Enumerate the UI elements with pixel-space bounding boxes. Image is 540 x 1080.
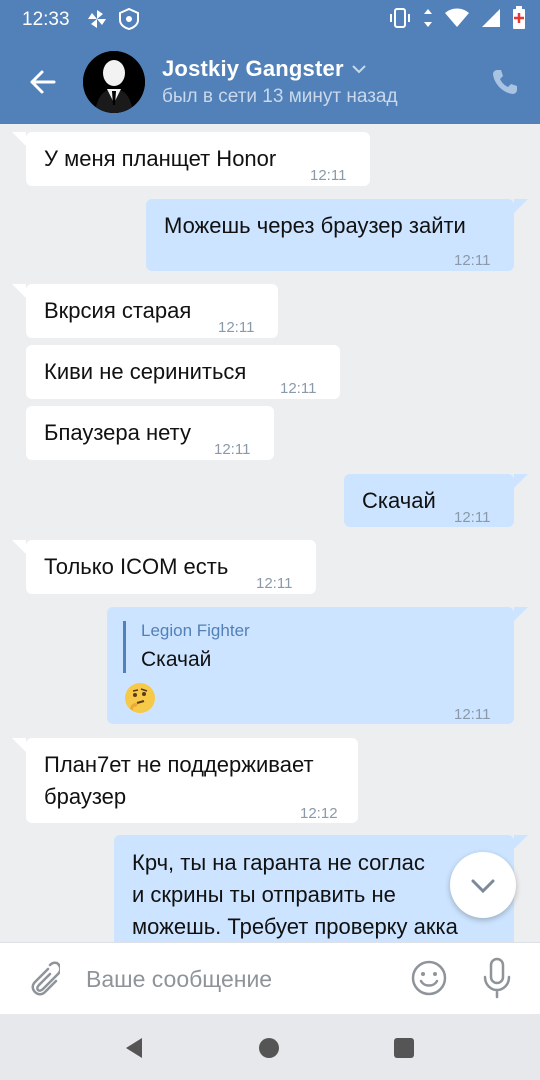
message-incoming[interactable]: Только ICOM есть 12:11 [26,540,316,594]
message-time: 12:11 [218,319,255,336]
message-text: У меня планщет Honor [44,146,277,171]
message-time: 12:11 [214,441,251,458]
last-seen-status: был в сети 13 минут назад [162,86,398,107]
battery-icon [512,5,526,35]
microphone-icon[interactable] [480,957,514,999]
message-incoming[interactable]: Киви не сериниться 12:11 [26,345,340,399]
reply-author[interactable]: Legion Fighter [141,621,250,641]
pinwheel-icon [86,8,108,30]
message-text-line: браузер [44,784,127,809]
message-text: Только ICOM есть [44,554,229,579]
bubble-tail [12,738,26,752]
message-text-line: План7ет не поддерживает [44,752,314,777]
scroll-to-bottom-button[interactable] [450,852,516,918]
vk-notification-icon [118,7,140,31]
message-incoming[interactable]: У меня планщет Honor 12:11 [26,132,370,186]
message-text-line: можешь. Требует проверку акка [132,914,458,939]
bubble-tail [12,284,26,298]
bubble-tail [12,132,26,146]
message-incoming[interactable]: План7ет не поддерживает браузер 12:12 [26,738,358,823]
message-text: Бпаузера нету [44,420,191,445]
nav-recents-icon[interactable] [394,1038,414,1058]
message-text: Киви не сериниться [44,359,247,384]
status-icons [388,5,526,35]
signal-icon [480,7,502,34]
chat-header: Jostkiy Gangster был в сети 13 минут наз… [0,40,540,124]
phone-icon[interactable] [490,67,520,97]
message-list[interactable]: У меня планщет Honor 12:11 Можешь через … [0,124,540,942]
back-arrow-icon[interactable] [22,62,62,102]
chevron-down-icon [471,879,495,894]
bubble-tail [12,540,26,554]
message-time: 12:11 [454,252,491,269]
bubble-tail [514,474,528,488]
wifi-icon [444,7,470,34]
data-arrows-icon [422,7,434,34]
chat-name[interactable]: Jostkiy Gangster [162,56,344,82]
vibrate-icon [388,7,412,34]
message-incoming[interactable]: Вкрсия старая 12:11 [26,284,278,338]
message-text-line: Крч, ты на гаранта не соглас [132,850,425,875]
message-outgoing[interactable]: Можешь через браузер зайти 12:11 [146,199,514,271]
chevron-down-icon[interactable] [350,60,368,78]
attach-icon[interactable] [24,959,62,999]
message-text: Вкрсия старая [44,298,192,323]
nav-home-icon[interactable] [259,1038,279,1058]
status-bar: 12:33 [0,0,540,40]
message-text: Можешь через браузер зайти [164,213,466,238]
nav-back-icon[interactable] [122,1036,146,1060]
reply-text: Скачай [141,648,212,671]
reply-quote-bar [123,621,126,673]
message-time: 12:11 [310,167,347,184]
message-text: Скачай [362,488,436,513]
thinking-face-emoji [125,683,155,713]
message-composer [0,942,540,1014]
emoji-icon[interactable] [410,959,448,997]
message-time: 12:12 [300,805,338,822]
bubble-tail [514,835,528,849]
top-bar: 12:33 Jostkiy Gangster был в сети 13 мин… [0,0,540,124]
message-time: 12:11 [256,575,293,592]
message-incoming[interactable]: Бпаузера нету 12:11 [26,406,274,460]
message-time: 12:11 [454,706,491,723]
message-outgoing-reply[interactable]: Legion Fighter Скачай 12:11 [107,607,514,724]
bubble-tail [514,607,528,621]
message-input[interactable] [86,961,386,997]
message-text-line: и скрины ты отправить не [132,882,396,907]
status-time: 12:33 [22,9,70,30]
avatar[interactable] [83,51,145,113]
message-time: 12:11 [454,509,491,526]
message-time: 12:11 [280,380,317,397]
message-outgoing[interactable]: Скачай 12:11 [344,474,514,527]
bubble-tail [514,199,528,213]
system-navigation-bar [0,1014,540,1080]
